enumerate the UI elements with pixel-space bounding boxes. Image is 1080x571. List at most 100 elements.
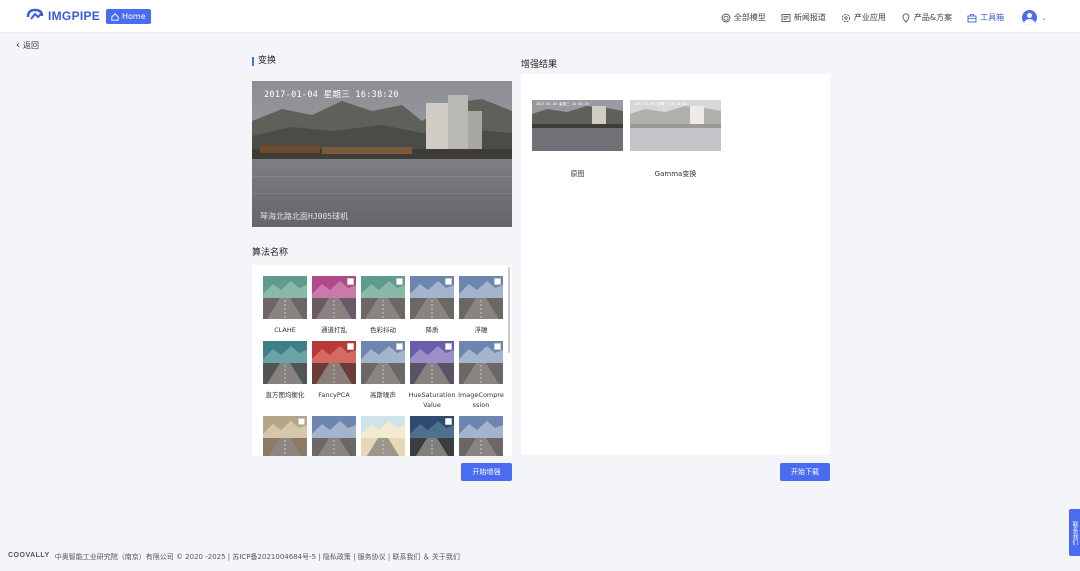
result-panel: 2017-01-04 星期三 16:38:20 原图 2017-01-04 星期… xyxy=(521,74,830,455)
algorithm-item[interactable]: 浮雕 xyxy=(459,276,503,335)
algorithm-item[interactable] xyxy=(312,416,356,456)
nav-item-news[interactable]: 新闻报道 xyxy=(781,12,826,23)
algorithm-thumbnail xyxy=(459,416,503,456)
camera-timestamp: 2017-01-04 星期三 16:38:20 xyxy=(264,90,399,100)
algorithm-thumbnail xyxy=(410,341,454,384)
algorithm-checkbox[interactable] xyxy=(494,278,501,285)
logo-icon xyxy=(26,8,44,20)
road-thumbnail xyxy=(312,416,356,456)
harbor-photo xyxy=(252,81,512,227)
contact-us-tab[interactable]: 联系我们 xyxy=(1069,509,1080,556)
result-item-original[interactable]: 2017-01-04 星期三 16:38:20 原图 xyxy=(532,100,623,179)
nav-label: 全部模型 xyxy=(733,13,766,22)
algorithm-thumbnail xyxy=(459,276,503,319)
home-button[interactable]: Home xyxy=(106,9,151,24)
algorithm-checkbox[interactable] xyxy=(445,278,452,285)
algorithm-checkbox[interactable] xyxy=(445,418,452,425)
algorithm-title: 算法名称 xyxy=(252,248,289,258)
algorithm-item[interactable]: CLAHE xyxy=(263,276,307,335)
start-download-button[interactable]: 开始下载 xyxy=(780,463,830,481)
algorithm-item[interactable] xyxy=(361,416,405,456)
map-pin-icon xyxy=(902,12,910,23)
result-label: Gamma变换 xyxy=(654,170,697,178)
toolbox-icon xyxy=(967,13,977,22)
road-thumbnail xyxy=(263,341,307,384)
algorithm-label: ImageCompression xyxy=(458,391,504,409)
algorithm-thumbnail xyxy=(263,341,307,384)
nav-item-all-models[interactable]: 全部模型 xyxy=(721,12,766,23)
result-thumbnail: 2017-01-04 星期三 16:38:20 xyxy=(532,100,623,151)
result-title: 增强结果 xyxy=(521,60,558,70)
home-label: Home xyxy=(122,12,146,21)
road-thumbnail xyxy=(361,416,405,456)
algorithm-item[interactable] xyxy=(263,416,307,456)
harbor-thumbnail-gamma xyxy=(630,100,721,151)
thumbnail-timestamp: 2017-01-04 星期三 16:38:20 xyxy=(536,102,589,106)
nav-label: 产业应用 xyxy=(853,13,886,22)
cube-icon xyxy=(721,13,731,22)
algorithm-item[interactable]: HueSaturationValue xyxy=(408,341,456,410)
result-label: 原图 xyxy=(570,170,585,178)
chevron-down-icon[interactable]: ⌄ xyxy=(1041,14,1047,22)
algorithm-checkbox[interactable] xyxy=(396,278,403,285)
algorithm-thumbnail xyxy=(459,341,503,384)
algorithm-label: 色彩抖动 xyxy=(370,326,396,334)
algorithm-thumbnail xyxy=(410,276,454,319)
newspaper-icon xyxy=(781,13,791,22)
start-enhance-button[interactable]: 开始增强 xyxy=(461,463,512,481)
logo-text: IMGPIPE xyxy=(48,9,101,23)
chevron-left-icon: ‹ xyxy=(16,39,20,51)
footer-text: 中奥智能工业研究院（南京）有限公司 © 2020 -2025 | 苏ICP备20… xyxy=(54,553,460,561)
transform-title: 变换 xyxy=(252,57,276,66)
scrollbar[interactable] xyxy=(508,267,510,353)
home-icon xyxy=(111,12,119,21)
preview-image: 2017-01-04 星期三 16:38:20 琴海北路北面HJ005球机 xyxy=(252,81,512,227)
footer: COOVALLY 中奥智能工业研究院（南京）有限公司 © 2020 -2025 … xyxy=(8,552,460,562)
camera-caption: 琴海北路北面HJ005球机 xyxy=(260,212,349,221)
nav-item-toolbox[interactable]: 工具箱 xyxy=(967,12,1004,23)
algorithm-thumbnail xyxy=(361,276,405,319)
algorithm-item[interactable] xyxy=(410,416,454,456)
nav-item-industry[interactable]: 产业应用 xyxy=(841,12,886,23)
algorithm-checkbox[interactable] xyxy=(445,343,452,350)
algorithm-item[interactable]: ImageCompression xyxy=(458,341,504,410)
algorithm-thumbnail xyxy=(312,341,356,384)
algorithm-item[interactable] xyxy=(459,416,503,456)
algorithm-label: 直方图均衡化 xyxy=(265,391,305,399)
algorithm-checkbox[interactable] xyxy=(396,343,403,350)
algorithm-checkbox[interactable] xyxy=(298,418,305,425)
algorithm-item[interactable]: FancyPCA xyxy=(312,341,356,410)
algorithm-item[interactable]: 直方图均衡化 xyxy=(263,341,307,410)
algorithm-checkbox[interactable] xyxy=(494,343,501,350)
algorithm-item[interactable]: 通道打乱 xyxy=(312,276,356,335)
algorithm-checkbox[interactable] xyxy=(347,278,354,285)
main-nav: 全部模型 新闻报道 产业应用 产品&方案 工具箱 ⌄ xyxy=(706,10,1047,25)
back-link[interactable]: ‹ 返回 xyxy=(16,40,39,51)
algorithm-thumbnail xyxy=(312,276,356,319)
algorithm-thumbnail xyxy=(263,276,307,319)
algorithm-item[interactable]: 高斯噪声 xyxy=(361,341,405,410)
algorithm-item[interactable]: 色彩抖动 xyxy=(361,276,405,335)
nav-label: 产品&方案 xyxy=(913,13,953,22)
algorithm-checkbox[interactable] xyxy=(347,343,354,350)
algorithm-label: 高斯噪声 xyxy=(370,391,396,399)
user-avatar[interactable] xyxy=(1022,10,1038,25)
algorithm-panel: CLAHE 通道打乱 色彩抖动 降质 浮雕直方图均衡化 FancyPCA 高斯噪声 HueSa… xyxy=(252,265,512,456)
algorithm-label: CLAHE xyxy=(274,326,296,334)
algorithm-thumbnail xyxy=(263,416,307,456)
result-thumbnail: 2017-01-04 星期三 16:38:20 xyxy=(630,100,721,151)
algorithm-label: HueSaturationValue xyxy=(408,391,456,409)
algorithm-item[interactable]: 降质 xyxy=(410,276,454,335)
logo[interactable]: IMGPIPE xyxy=(26,8,100,24)
algorithm-label: 通道打乱 xyxy=(321,326,347,334)
result-item-gamma[interactable]: 2017-01-04 星期三 16:38:20 Gamma变换 xyxy=(630,100,721,179)
footer-brand: COOVALLY xyxy=(8,552,50,559)
algorithm-thumbnail xyxy=(361,416,405,456)
nav-label: 新闻报道 xyxy=(793,13,826,22)
nav-label: 工具箱 xyxy=(980,13,1005,22)
road-thumbnail xyxy=(459,416,503,456)
nav-item-products[interactable]: 产品&方案 xyxy=(901,12,952,23)
thumbnail-timestamp: 2017-01-04 星期三 16:38:20 xyxy=(634,102,687,106)
algorithm-grid: CLAHE 通道打乱 色彩抖动 降质 浮雕直方图均衡化 FancyPCA 高斯噪声 HueSa… xyxy=(263,276,504,456)
harbor-thumbnail xyxy=(532,100,623,151)
